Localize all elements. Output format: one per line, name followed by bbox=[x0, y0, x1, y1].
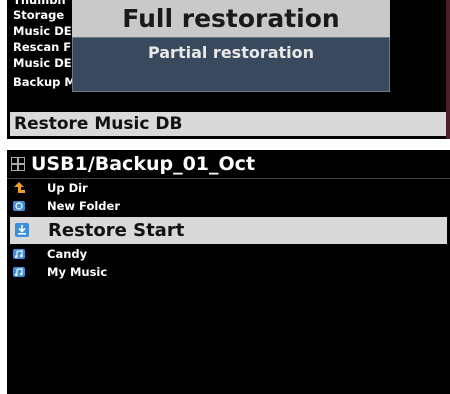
partial-restoration-option[interactable]: Partial restoration bbox=[72, 37, 390, 92]
menu-item-restore-music-db[interactable]: Restore Music DB bbox=[10, 112, 447, 136]
list-item-label: My Music bbox=[47, 265, 108, 279]
menu-item-music-db[interactable]: Music DE bbox=[13, 23, 72, 39]
list-item-label: Restore Start bbox=[48, 220, 185, 241]
restore-options-popup: Full restoration Partial restoration bbox=[72, 0, 390, 92]
scrollbar-accent bbox=[446, 0, 450, 139]
music-folder-icon bbox=[13, 249, 25, 259]
list-item-label: Candy bbox=[47, 247, 88, 261]
menu-item-rescan[interactable]: Rescan F bbox=[13, 39, 71, 55]
file-browser-panel: USB1/Backup_01_Oct Up Dir New Folder Res… bbox=[7, 150, 450, 394]
up-arrow-icon bbox=[14, 182, 25, 193]
music-folder-icon bbox=[13, 267, 25, 277]
list-item-label: New Folder bbox=[47, 199, 120, 213]
full-restoration-option[interactable]: Full restoration bbox=[72, 0, 390, 37]
list-item-my-music[interactable]: My Music bbox=[7, 263, 450, 281]
list-item-up-dir[interactable]: Up Dir bbox=[7, 179, 450, 197]
new-folder-icon bbox=[13, 201, 25, 211]
download-icon bbox=[15, 223, 29, 237]
settings-menu-panel: Thumbn Storage Music DE Rescan F Music D… bbox=[7, 0, 450, 139]
menu-item-storage[interactable]: Storage bbox=[13, 7, 64, 23]
path-title: USB1/Backup_01_Oct bbox=[31, 153, 256, 175]
list-item-restore-start[interactable]: Restore Start bbox=[10, 217, 447, 244]
grid-icon bbox=[11, 157, 25, 171]
path-header: USB1/Backup_01_Oct bbox=[7, 150, 450, 179]
list-item-candy[interactable]: Candy bbox=[7, 245, 450, 263]
list-item-new-folder[interactable]: New Folder bbox=[7, 197, 450, 215]
menu-item-music-db-2[interactable]: Music DE bbox=[13, 55, 72, 71]
list-item-label: Up Dir bbox=[47, 181, 88, 195]
